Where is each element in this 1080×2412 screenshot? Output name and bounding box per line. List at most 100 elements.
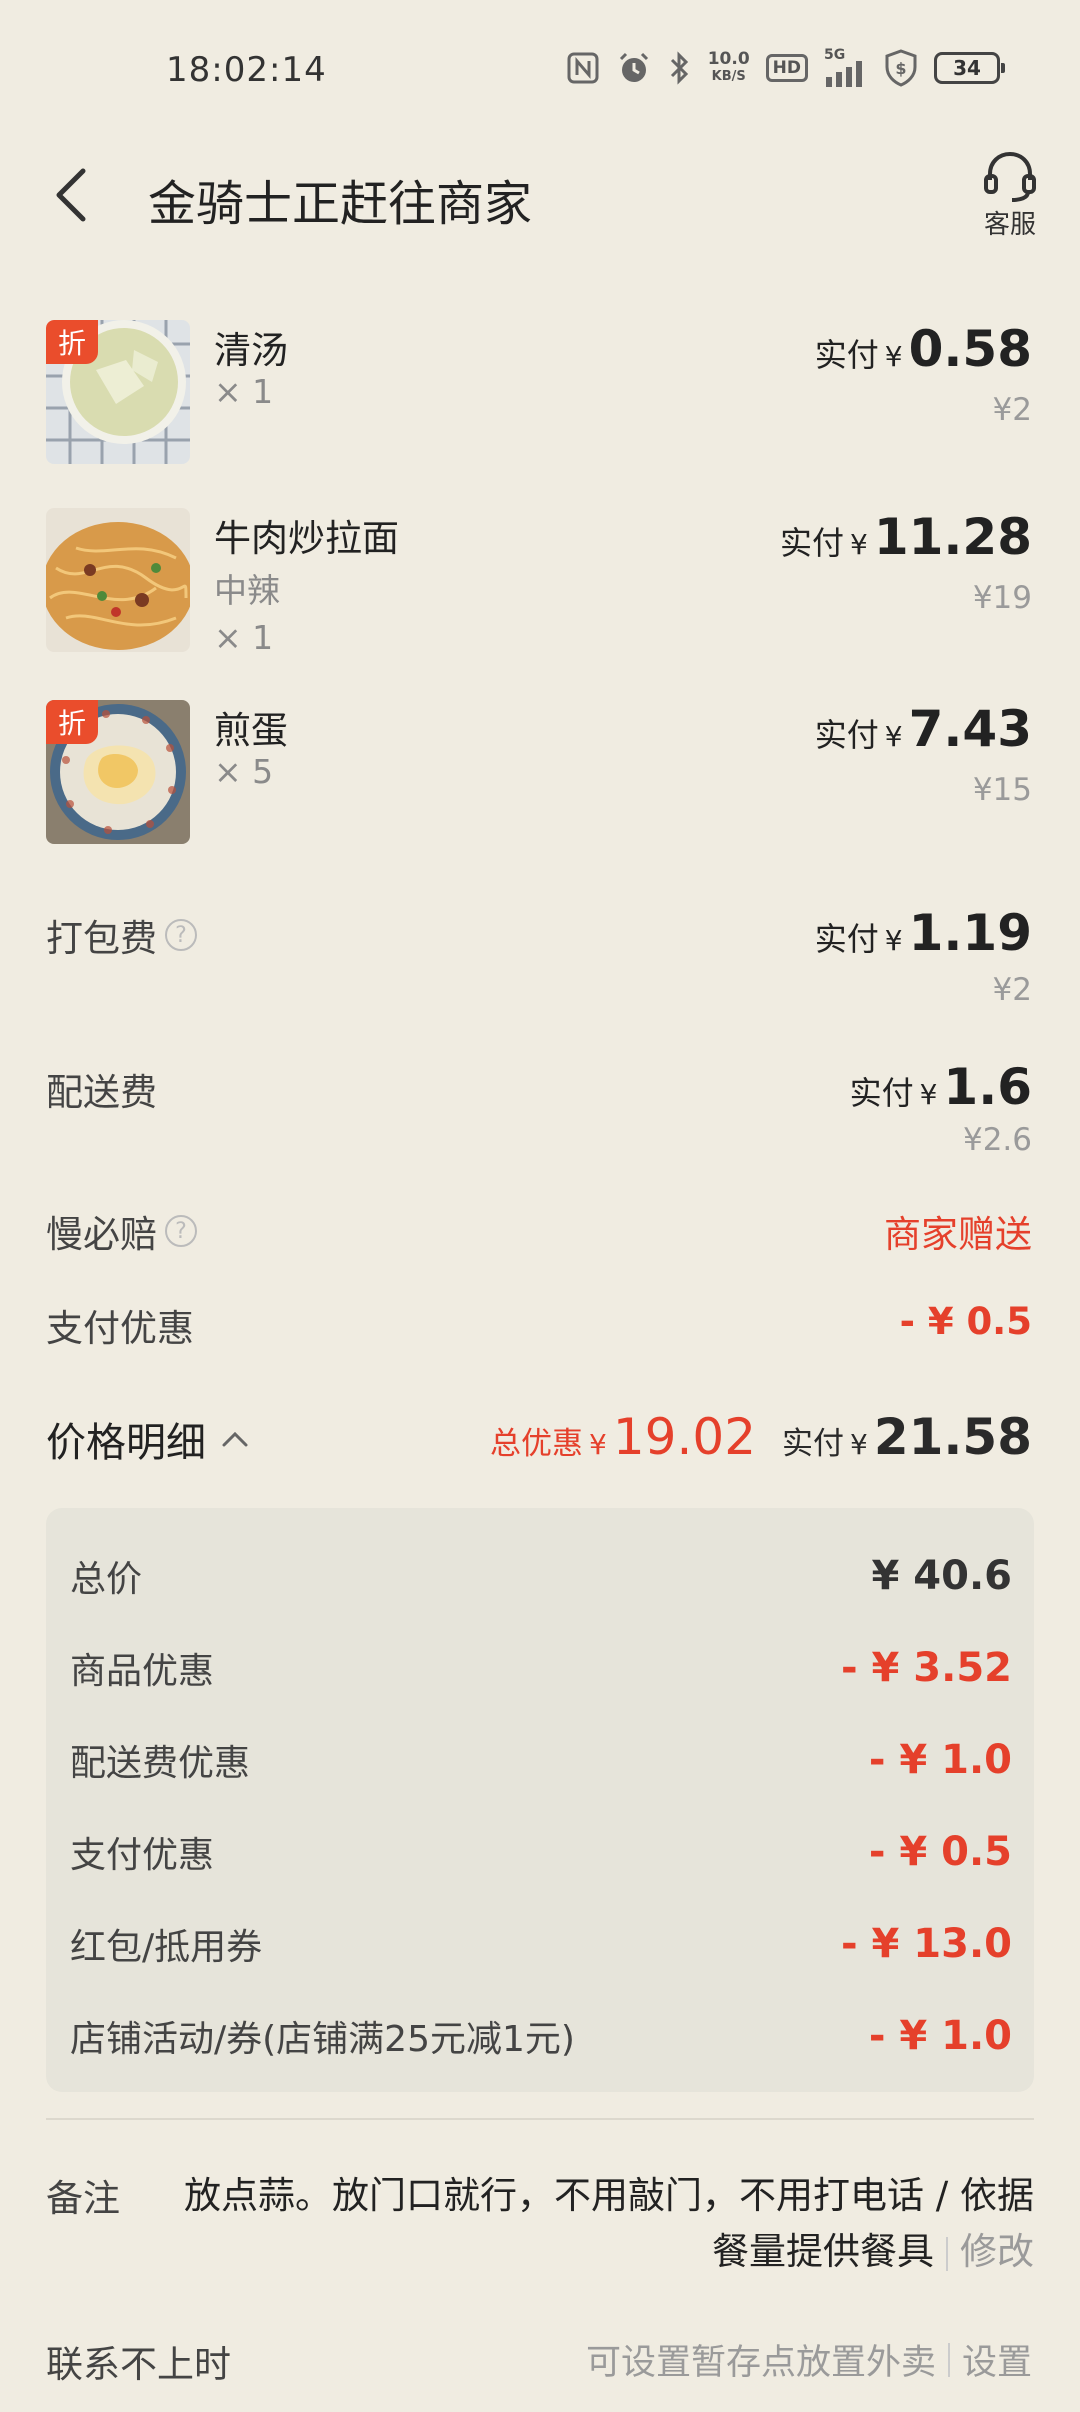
detail-row: 配送费优惠 - ¥ 1.0 bbox=[70, 1730, 1012, 1790]
total-paid-amount: 21.58 bbox=[873, 1408, 1032, 1466]
item-spec: 中辣 bbox=[214, 571, 280, 610]
packing-fee-label: 打包费 ? bbox=[46, 908, 197, 962]
original-price: ¥2 bbox=[992, 392, 1032, 428]
status-bar: 18:02:14 10.0 KB/S HD 5G $ 34 bbox=[0, 0, 1080, 140]
paid-amount: 11.28 bbox=[873, 508, 1032, 566]
detail-row: 商品优惠 - ¥ 3.52 bbox=[70, 1638, 1012, 1698]
late-compensation-value: 商家赠送 bbox=[884, 1213, 1032, 1256]
discount-badge: 折 bbox=[46, 700, 98, 744]
separator bbox=[946, 2236, 948, 2271]
packing-fee-paid: 实付 ¥ 1.19 bbox=[815, 904, 1032, 962]
delivery-fee-paid: 实付 ¥ 1.6 bbox=[850, 1058, 1032, 1116]
packing-fee-text: 打包费 bbox=[46, 917, 157, 960]
detail-label: 总价 bbox=[70, 1559, 143, 1600]
item-quantity: × 5 bbox=[214, 752, 274, 791]
late-compensation-text: 慢必赔 bbox=[46, 1213, 157, 1256]
currency: ¥ bbox=[884, 720, 903, 753]
delivery-fee-label: 配送费 bbox=[46, 1062, 157, 1116]
battery-icon: 34 bbox=[934, 52, 1005, 84]
net-speed-unit: KB/S bbox=[711, 69, 746, 84]
late-compensation-label: 慢必赔 ? bbox=[46, 1204, 197, 1258]
currency: ¥ bbox=[919, 1078, 938, 1111]
original-price: ¥19 bbox=[972, 580, 1032, 616]
paid-amount: 1.6 bbox=[943, 1058, 1032, 1116]
detail-value: ¥ 40.6 bbox=[871, 1553, 1012, 1599]
paid-amount: 7.43 bbox=[908, 700, 1032, 758]
headset-icon bbox=[984, 151, 1036, 202]
note-line-2: 餐量提供餐具 修改 bbox=[174, 2224, 1034, 2280]
detail-label: 商品优惠 bbox=[70, 1651, 215, 1692]
original-price: ¥15 bbox=[972, 772, 1032, 808]
detail-row: 支付优惠 - ¥ 0.5 bbox=[70, 1822, 1012, 1882]
detail-label: 支付优惠 bbox=[70, 1835, 215, 1876]
contact-setting[interactable]: 可设置暂存点放置外卖 设置 bbox=[586, 2334, 1032, 2385]
divider bbox=[46, 2118, 1034, 2120]
discount-badge: 折 bbox=[46, 320, 98, 364]
paid-label: 实付 bbox=[814, 920, 879, 958]
customer-service-button[interactable]: 客服 bbox=[970, 150, 1050, 250]
net-speed-value: 10.0 bbox=[707, 49, 750, 69]
alarm-icon bbox=[616, 48, 652, 88]
paid-label: 实付 bbox=[849, 1074, 914, 1112]
delivery-fee-text: 配送费 bbox=[46, 1071, 157, 1114]
pay-discount-value: - ¥ 0.5 bbox=[899, 1300, 1032, 1343]
currency: ¥ bbox=[850, 528, 868, 561]
contact-label: 联系不上时 bbox=[46, 2343, 231, 2386]
detail-label: 店铺活动/券(店铺满25元减1元) bbox=[70, 2019, 575, 2060]
total-discount-amount: 19.02 bbox=[612, 1408, 757, 1466]
item-paid: 实付 ¥ 7.43 bbox=[815, 700, 1032, 758]
signal-label: 5G bbox=[824, 47, 846, 63]
chevron-left-icon bbox=[56, 168, 86, 222]
shield-dollar-icon: $ bbox=[884, 48, 918, 88]
price-detail-box: 总价 ¥ 40.6 商品优惠 - ¥ 3.52 配送费优惠 - ¥ 1.0 支付… bbox=[46, 1508, 1034, 2092]
total-paid-currency: ¥ bbox=[850, 1428, 868, 1461]
contact-setting-button[interactable]: 设置 bbox=[962, 2334, 1032, 2385]
note-line-2-text: 餐量提供餐具 bbox=[712, 2230, 934, 2273]
contact-hint: 可设置暂存点放置外卖 bbox=[585, 2343, 936, 2383]
detail-row: 店铺活动/券(店铺满25元减1元) - ¥ 1.0 bbox=[70, 2006, 1012, 2066]
signal-icon: 5G bbox=[824, 48, 868, 88]
price-detail-title: 价格明细 bbox=[46, 1420, 206, 1466]
detail-value: - ¥ 1.0 bbox=[868, 1737, 1012, 1783]
svg-text:$: $ bbox=[895, 59, 906, 78]
detail-row: 总价 ¥ 40.6 bbox=[70, 1546, 1012, 1606]
order-item[interactable]: 牛肉炒拉面 中辣 × 1 实付 ¥ 11.28 ¥19 bbox=[0, 508, 1080, 658]
detail-row: 红包/抵用券 - ¥ 13.0 bbox=[70, 1914, 1012, 1974]
item-name: 煎蛋 bbox=[214, 709, 288, 752]
edit-note-button[interactable]: 修改 bbox=[960, 2230, 1034, 2273]
price-summary: 总优惠 ¥ 19.02 实付 ¥ 21.58 bbox=[490, 1408, 1032, 1466]
separator bbox=[947, 2342, 950, 2377]
pay-discount-label: 支付优惠 bbox=[46, 1298, 194, 1352]
network-speed: 10.0 KB/S bbox=[708, 48, 750, 88]
bluetooth-icon bbox=[668, 48, 692, 88]
note-label: 备注 bbox=[46, 2177, 120, 2220]
paid-label: 实付 bbox=[780, 524, 845, 562]
detail-value: - ¥ 1.0 bbox=[868, 2013, 1012, 2059]
help-icon[interactable]: ? bbox=[165, 919, 197, 951]
help-icon[interactable]: ? bbox=[165, 1215, 197, 1247]
detail-value: - ¥ 0.5 bbox=[868, 1829, 1012, 1875]
item-name: 清汤 bbox=[214, 329, 288, 372]
packing-fee-original: ¥2 bbox=[992, 972, 1032, 1008]
price-detail-toggle[interactable]: 价格明细 bbox=[46, 1410, 250, 1468]
note-line-1: 放点蒜。放门口就行，不用敲门，不用打电话 / 依据 bbox=[184, 2174, 1034, 2217]
status-time: 18:02:14 bbox=[166, 50, 327, 90]
hd-icon: HD bbox=[765, 54, 808, 82]
back-button[interactable] bbox=[36, 160, 106, 230]
total-discount-label: 总优惠 bbox=[490, 1426, 584, 1462]
detail-value: - ¥ 3.52 bbox=[841, 1645, 1012, 1691]
dish-thumbnail: 折 bbox=[46, 700, 190, 844]
item-name: 牛肉炒拉面 bbox=[214, 517, 399, 560]
order-item[interactable]: 折 清汤 × 1 实付 ¥ 0.58 ¥2 bbox=[0, 320, 1080, 470]
order-item[interactable]: 折 煎蛋 × 5 实付 ¥ 7.43 ¥15 bbox=[0, 700, 1080, 850]
header: 金骑士正赶往商家 客服 bbox=[0, 140, 1080, 250]
nfc-icon bbox=[566, 48, 600, 88]
total-discount-currency: ¥ bbox=[589, 1428, 607, 1461]
chevron-up-icon bbox=[222, 1431, 248, 1447]
item-paid: 实付 ¥ 0.58 bbox=[815, 320, 1032, 378]
note-content: 放点蒜。放门口就行，不用敲门，不用打电话 / 依据 餐量提供餐具 修改 bbox=[174, 2168, 1034, 2280]
item-quantity: × 1 bbox=[214, 618, 274, 657]
detail-label: 配送费优惠 bbox=[70, 1743, 251, 1784]
paid-label: 实付 bbox=[814, 716, 879, 754]
dish-thumbnail: 折 bbox=[46, 320, 190, 464]
